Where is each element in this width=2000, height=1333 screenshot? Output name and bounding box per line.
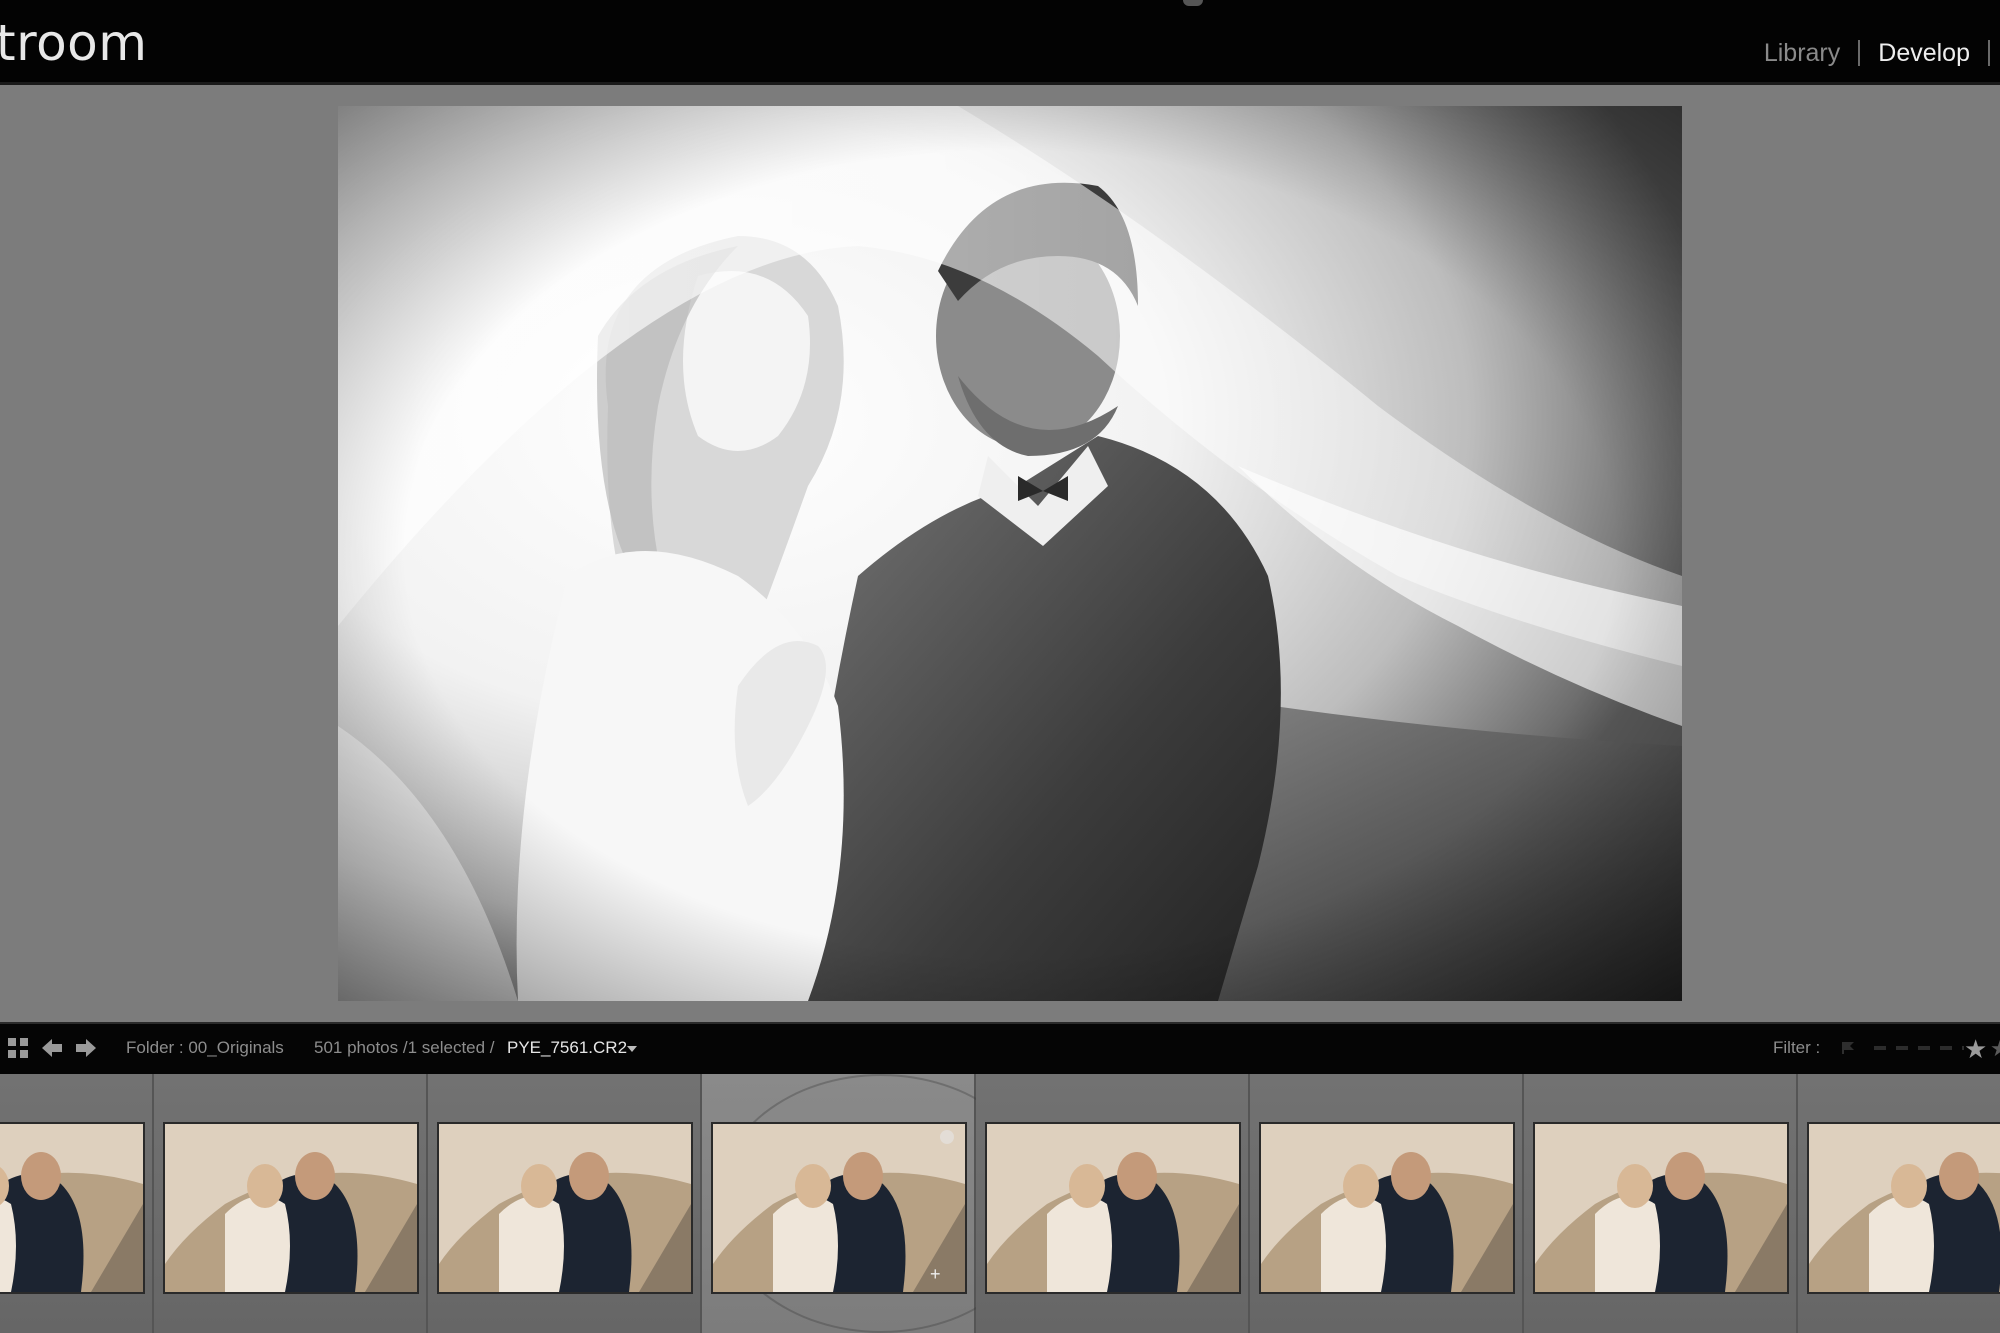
thumbnail[interactable]: [1259, 1122, 1515, 1294]
thumbnail-image: [0, 1124, 143, 1292]
folder-label[interactable]: Folder : 00_Originals: [126, 1038, 284, 1058]
filmstrip-toolbar: Folder : 00_Originals 501 photos /1 sele…: [0, 1022, 2000, 1076]
chevron-down-icon[interactable]: [627, 1046, 637, 1052]
thumbnail[interactable]: [985, 1122, 1241, 1294]
filmstrip-cell[interactable]: [1798, 1074, 2000, 1333]
thumbnail-image: [987, 1124, 1239, 1292]
top-bar: troom Library Develop: [0, 0, 2000, 85]
grid-view-icon[interactable]: [8, 1038, 30, 1060]
thumbnail-image: [1261, 1124, 1513, 1292]
thumbnail[interactable]: [0, 1122, 145, 1294]
main-photo-image: [338, 106, 1682, 1001]
thumbnail-image: [1535, 1124, 1787, 1292]
arrow-left-icon[interactable]: [40, 1036, 64, 1060]
filmstrip-cell[interactable]: [154, 1074, 428, 1333]
thumbnail[interactable]: [1533, 1122, 1789, 1294]
thumbnail-image: [1809, 1124, 2000, 1292]
selection-handle[interactable]: [940, 1130, 954, 1144]
module-develop[interactable]: Develop: [1860, 39, 1988, 68]
main-photo-preview[interactable]: [338, 106, 1682, 1001]
filmstrip-cell[interactable]: [1250, 1074, 1524, 1333]
app-title: troom: [0, 14, 148, 72]
module-divider: [1988, 40, 1990, 66]
selected-filename[interactable]: PYE_7561.CR2: [507, 1038, 627, 1058]
star-filter-icon[interactable]: ★: [1990, 1036, 2000, 1062]
filmstrip-cell-selected[interactable]: +: [702, 1074, 1046, 1333]
photo-count: 501 photos /1 selected /: [314, 1038, 495, 1057]
flag-filter-icon[interactable]: [1840, 1040, 1858, 1056]
thumbnail[interactable]: [163, 1122, 419, 1294]
arrow-right-icon[interactable]: [74, 1036, 98, 1060]
filter-toggles[interactable]: [1874, 1046, 1964, 1050]
star-filter-icon[interactable]: ★: [1964, 1034, 1987, 1065]
filmstrip: +: [0, 1074, 2000, 1333]
module-picker: Library Develop: [1746, 36, 2000, 70]
module-library[interactable]: Library: [1746, 39, 1858, 68]
thumbnail-image: [439, 1124, 691, 1292]
thumbnail[interactable]: [1807, 1122, 2000, 1294]
filmstrip-cell[interactable]: [428, 1074, 702, 1333]
filmstrip-cell[interactable]: [1524, 1074, 1798, 1333]
filter-label: Filter :: [1773, 1038, 1821, 1057]
thumbnail-image: [165, 1124, 417, 1292]
filmstrip-cell[interactable]: [976, 1074, 1250, 1333]
plus-icon: +: [930, 1264, 941, 1284]
thumbnail[interactable]: [711, 1122, 967, 1294]
thumbnail[interactable]: [437, 1122, 693, 1294]
thumbnail-image: [713, 1124, 965, 1292]
panel-toggle-arrow-icon[interactable]: [1183, 0, 1203, 6]
filmstrip-cell[interactable]: [0, 1074, 154, 1333]
